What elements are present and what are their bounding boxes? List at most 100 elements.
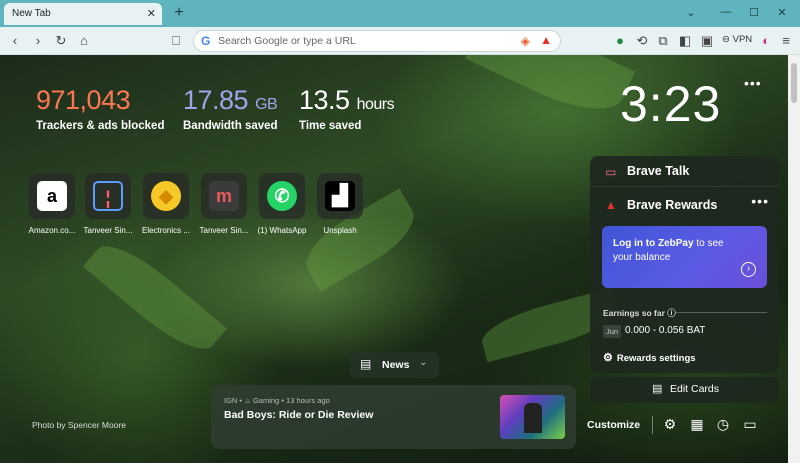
brave-talk-icon[interactable]: ▭ [741,416,759,433]
new-tab-button[interactable]: + [170,4,188,22]
top-site-tanveer-2[interactable]: m Tanveer Sin... [198,173,250,235]
brave-talk-title: Brave Talk [627,164,690,178]
forward-icon[interactable]: › [29,32,47,50]
google-icon: G [201,34,211,48]
time-value: 13.5 [299,85,350,115]
address-bar[interactable]: G Search Google or type a URL ◈ ▲ [193,30,561,52]
info-icon[interactable]: ⓘ [667,308,676,318]
zebpay-login-card[interactable]: Log in to ZebPay to see your balance › [602,226,767,288]
electronics-icon: ◆ [151,181,181,211]
top-site-unsplash[interactable]: ▟ Unsplash [314,173,366,235]
leo-icon[interactable]: ◐ [757,32,775,50]
history-icon[interactable]: ◷ [714,416,732,433]
bandwidth-stat: 17.85 GB Bandwidth saved [183,85,278,132]
top-site-electronics[interactable]: ◆ Electronics ... [140,173,192,235]
divider [652,416,653,434]
customize-button[interactable]: Customize [587,419,640,431]
sidebar-icon[interactable]: ◧ [676,32,694,50]
trackers-label: Trackers & ads blocked [36,120,165,132]
window-close-icon[interactable]: ✕ [772,6,792,19]
edit-cards-button[interactable]: ▤ Edit Cards [590,377,779,403]
minimize-icon[interactable]: — [716,6,736,18]
news-label: News [382,359,410,371]
card-edit-icon: ▤ [652,383,663,395]
time-stat: 13.5 hours Time saved [299,85,395,132]
top-site-label: (1) WhatsApp [257,226,307,235]
brave-cards-panel: ▭ Brave Talk ▲ Brave Rewards ••• Log in … [590,156,779,373]
whatsapp-icon: ✆ [267,181,297,211]
wallet-icon[interactable]: ▣ [698,32,716,50]
tab-close-icon[interactable]: ✕ [147,7,156,20]
extensions-puzzle-icon[interactable]: ⧉ [654,32,672,50]
news-article-card[interactable]: IGN • ♨ Gaming • 13 hours ago Bad Boys: … [211,385,576,449]
earnings-month: Jun [603,325,622,338]
top-site-whatsapp[interactable]: ✆ (1) WhatsApp [256,173,308,235]
new-tab-page: 971,043 Trackers & ads blocked 17.85 GB … [0,55,788,463]
tab-new-tab[interactable]: New Tab ✕ [4,3,162,25]
top-site-label: Tanveer Sin... [199,226,249,235]
home-icon[interactable]: ⌂ [75,32,93,50]
background-leaf [464,55,636,126]
maximize-icon[interactable]: ☐ [744,6,764,19]
edit-cards-label: Edit Cards [670,383,720,395]
article-category: Gaming [252,396,280,405]
article-source: IGN [224,396,238,405]
video-camera-icon: ▭ [605,165,617,179]
article-headline: Bad Boys: Ride or Die Review [224,409,374,421]
chevron-down-icon: ⌄ [419,357,428,368]
vpn-button[interactable]: ⊖ VPN [722,34,752,45]
rewards-settings-label: Rewards settings [616,353,696,364]
brave-rewards-icon[interactable]: ▲ [540,33,552,47]
clock: 3:23 [620,76,722,132]
top-site-label: Amazon.co... [28,226,76,235]
zebpay-text: Log in to ZebPay to see your balance [613,237,743,265]
brave-talk-card[interactable]: ▭ Brave Talk [590,156,779,187]
menu-icon[interactable]: ≡ [777,32,795,50]
bookmarks-icon[interactable]: ▦ [688,416,706,433]
trackers-stat: 971,043 Trackers & ads blocked [36,85,164,132]
address-placeholder: Search Google or type a URL [218,35,356,47]
tanveer-icon: ¦ [93,181,123,211]
brave-shields-icon[interactable]: ◈ [521,34,530,48]
top-site-amazon[interactable]: a Amazon.co... [26,173,78,235]
time-unit: hours [356,96,395,113]
news-button[interactable]: ▤ News ⌄ [350,352,439,378]
arrow-right-icon[interactable]: › [741,262,756,277]
tab-search-chevron-icon[interactable]: ⌄ [681,6,701,19]
top-site-label: Tanveer Sin... [83,226,133,235]
rewards-settings-link[interactable]: ⚙ Rewards settings [603,351,696,364]
title-bar: New Tab ✕ + ⌄ — ☐ ✕ [0,0,800,27]
earnings-label: Earnings so far ⓘ [603,307,676,319]
back-icon[interactable]: ‹ [6,32,24,50]
grammarly-icon[interactable]: ● [611,32,629,50]
reload-icon[interactable]: ↻ [52,32,70,50]
brave-rewards-title: Brave Rewards [627,198,718,212]
m-icon: m [209,181,239,211]
article-thumbnail [500,395,565,439]
bandwidth-unit: GB [255,96,278,113]
amazon-icon: a [37,181,67,211]
toolbar: ‹ › ↻ ⌂ ⎕ G Search Google or type a URL … [0,27,800,55]
bookmark-icon[interactable]: ⎕ [167,32,185,50]
clock-more-icon[interactable]: ••• [744,75,762,91]
vpn-label: VPN [732,34,753,45]
rewards-more-icon[interactable]: ••• [751,193,769,209]
photo-credit[interactable]: Photo by Spencer Moore [32,420,126,430]
earnings-range: 0.000 - 0.056 BAT [625,325,706,336]
settings-gear-icon[interactable]: ⚙ [661,416,679,433]
gaming-icon: ♨ [244,396,251,405]
top-site-label: Electronics ... [141,226,190,235]
zebpay-link[interactable]: Log in to ZebPay [613,238,694,249]
scrollbar[interactable] [788,55,800,463]
time-label: Time saved [299,120,362,132]
extension-icon[interactable]: ⟲ [633,32,651,50]
tab-title: New Tab [12,8,51,19]
article-meta: IGN • ♨ Gaming • 13 hours ago [224,396,330,405]
gear-icon: ⚙ [603,352,613,364]
background-leaf [83,232,227,363]
divider [675,312,767,313]
bandwidth-value: 17.85 [183,85,249,115]
article-time: 13 hours ago [286,396,330,405]
top-site-tanveer-1[interactable]: ¦ Tanveer Sin... [82,173,134,235]
scrollbar-thumb[interactable] [791,63,797,103]
